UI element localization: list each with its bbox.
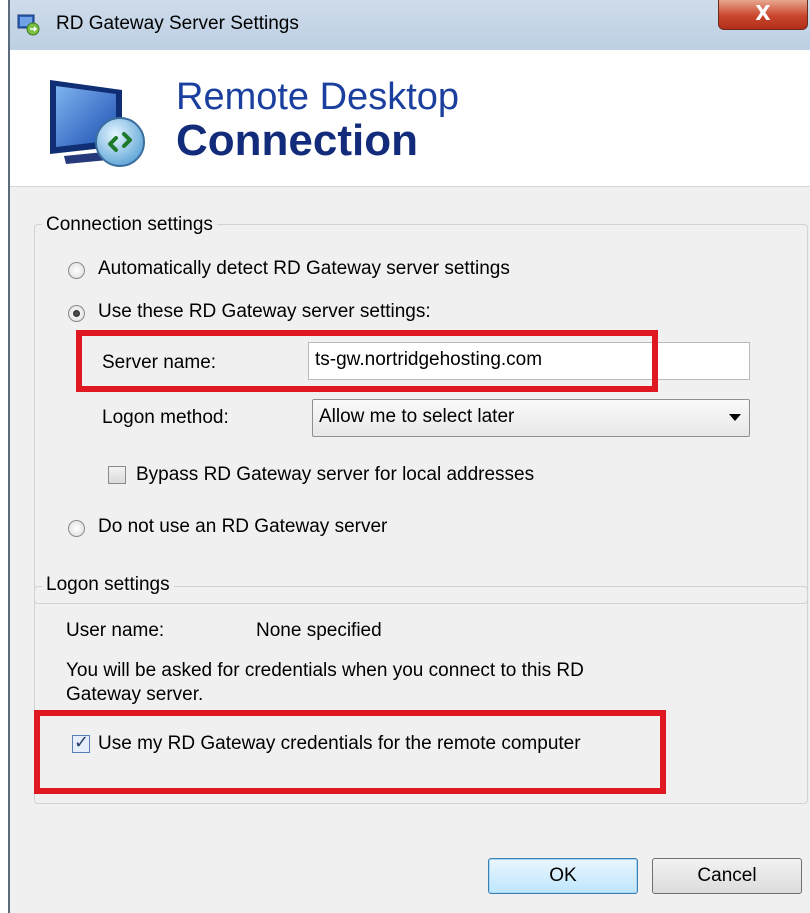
- title-bar: RD Gateway Server Settings X: [10, 0, 810, 50]
- connection-settings-legend: Connection settings: [42, 214, 217, 236]
- credentials-info-line1: You will be asked for credentials when y…: [66, 660, 584, 681]
- use-these-settings-label[interactable]: Use these RD Gateway server settings:: [98, 301, 431, 323]
- server-name-highlight: [76, 330, 658, 392]
- credentials-info-line2: Gateway server.: [66, 684, 204, 705]
- cancel-button[interactable]: Cancel: [652, 858, 802, 894]
- use-these-settings-radio[interactable]: [68, 305, 85, 322]
- user-name-value: None specified: [256, 620, 382, 641]
- window-title: RD Gateway Server Settings: [56, 13, 299, 34]
- dialog-header: Remote Desktop Connection: [10, 50, 810, 187]
- do-not-use-label[interactable]: Do not use an RD Gateway server: [98, 516, 387, 538]
- ok-button[interactable]: OK: [488, 858, 638, 894]
- logon-method-value: Allow me to select later: [319, 406, 515, 427]
- logon-method-select[interactable]: Allow me to select later: [312, 399, 750, 437]
- use-credentials-highlight: [34, 710, 666, 794]
- header-title-line1: Remote Desktop: [176, 76, 460, 118]
- remote-desktop-icon: [17, 14, 40, 36]
- user-name-label: User name:: [66, 620, 165, 641]
- auto-detect-radio[interactable]: [68, 262, 85, 279]
- do-not-use-radio[interactable]: [68, 520, 85, 537]
- header-title-line2: Connection: [176, 116, 418, 165]
- auto-detect-label[interactable]: Automatically detect RD Gateway server s…: [98, 258, 510, 280]
- logon-method-label: Logon method:: [102, 407, 229, 428]
- remote-desktop-logo-icon: [50, 80, 145, 167]
- logon-settings-legend: Logon settings: [42, 574, 174, 596]
- chevron-down-icon: [729, 414, 741, 421]
- close-icon: X: [755, 1, 771, 25]
- bypass-local-label[interactable]: Bypass RD Gateway server for local addre…: [136, 464, 534, 486]
- bypass-local-checkbox[interactable]: [108, 466, 126, 484]
- dialog-body: Remote Desktop Connection Connection set…: [10, 50, 810, 913]
- close-button[interactable]: X: [718, 0, 808, 30]
